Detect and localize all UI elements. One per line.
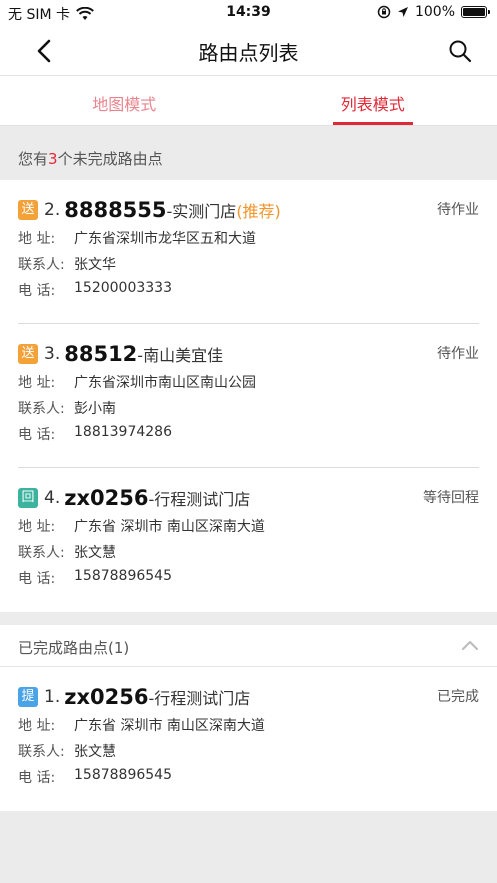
stop-name: -行程测试门店 [148, 689, 251, 708]
pending-stop-list: 送 2. 8888555 -实测门店 (推荐) 待作业 地 址: 广东省深圳市龙华… [0, 180, 497, 612]
stop-card[interactable]: 提 1. zx0256 -行程测试门店 已完成 地 址: 广东省 深圳市 南山区深… [0, 667, 497, 811]
chevron-up-icon[interactable] [461, 638, 479, 652]
stop-header: 送 2. 8888555 -实测门店 (推荐) [18, 198, 479, 222]
phone-label: 电 话: [18, 427, 56, 443]
phone-value[interactable]: 18813974286 [74, 424, 172, 444]
address-row: 地 址: 广东省深圳市龙华区五和大道 [18, 228, 479, 248]
stop-card[interactable]: 回 4. zx0256 -行程测试门店 等待回程 地 址: 广东省 深圳市 南山区… [0, 468, 497, 612]
tab-label: 地图模式 [92, 95, 157, 114]
address-label: 地 址: [18, 519, 56, 535]
address-row: 地 址: 广东省深圳市南山区南山公园 [18, 372, 479, 392]
stop-type-badge: 送 [18, 344, 38, 364]
empty-background [0, 812, 497, 883]
stop-header: 回 4. zx0256 -行程测试门店 [18, 486, 479, 510]
address-row: 地 址: 广东省 深圳市 南山区深南大道 [18, 715, 479, 735]
status-bar: 无 SIM 卡 14:39 100% [0, 0, 497, 26]
section-divider [0, 612, 497, 625]
active-tab-indicator [332, 122, 413, 125]
contact-label: 联系人: [18, 257, 65, 273]
contact-row: 联系人: 张文慧 [18, 542, 479, 562]
contact-value: 张文慧 [74, 744, 116, 760]
phone-label: 电 话: [18, 770, 56, 786]
stop-index: 1. [44, 687, 61, 707]
address-label: 地 址: [18, 718, 56, 734]
address-label: 地 址: [18, 231, 56, 247]
phone-row: 电 话: 15200003333 [18, 280, 479, 300]
stop-index: 4. [44, 488, 61, 508]
contact-row: 联系人: 张文华 [18, 254, 479, 274]
stop-name: -行程测试门店 [148, 490, 251, 509]
phone-value[interactable]: 15200003333 [74, 280, 172, 300]
stop-name: -实测门店 [166, 202, 237, 221]
nav-bar: 路由点列表 [0, 26, 497, 76]
battery-percent: 100% [414, 4, 455, 20]
address-value: 广东省 深圳市 南山区深南大道 [74, 718, 265, 734]
tab-list-mode[interactable]: 列表模式 [249, 76, 497, 125]
tab-map-mode[interactable]: 地图模式 [0, 76, 249, 125]
pending-count: 3 [48, 150, 58, 168]
orientation-lock-icon [377, 5, 391, 19]
recommended-tag: (推荐) [236, 202, 281, 221]
address-row: 地 址: 广东省 深圳市 南山区深南大道 [18, 516, 479, 536]
contact-value: 张文华 [74, 257, 116, 273]
search-icon[interactable] [447, 38, 473, 64]
contact-value: 张文慧 [74, 545, 116, 561]
stop-header: 送 3. 88512 -南山美宜佳 [18, 342, 479, 366]
stop-card[interactable]: 送 2. 8888555 -实测门店 (推荐) 待作业 地 址: 广东省深圳市龙华… [0, 180, 497, 324]
address-label: 地 址: [18, 375, 56, 391]
address-value: 广东省 深圳市 南山区深南大道 [74, 519, 265, 535]
stop-code: zx0256 [64, 486, 149, 510]
stop-index: 2. [44, 200, 61, 220]
phone-row: 电 话: 18813974286 [18, 424, 479, 444]
stop-status: 待作业 [437, 346, 479, 362]
phone-label: 电 话: [18, 571, 56, 587]
stop-code: 88512 [64, 342, 138, 366]
phone-row: 电 话: 15878896545 [18, 568, 479, 588]
contact-label: 联系人: [18, 401, 65, 417]
pending-summary: 您有3个未完成路由点 [0, 126, 497, 180]
stop-header: 提 1. zx0256 -行程测试门店 [18, 685, 479, 709]
contact-row: 联系人: 彭小南 [18, 398, 479, 418]
completed-section-header[interactable]: 已完成路由点(1) [0, 625, 497, 667]
stop-card[interactable]: 送 3. 88512 -南山美宜佳 待作业 地 址: 广东省深圳市南山区南山公园 … [0, 324, 497, 468]
contact-row: 联系人: 张文慧 [18, 741, 479, 761]
phone-label: 电 话: [18, 283, 56, 299]
stop-code: zx0256 [64, 685, 149, 709]
stop-status: 待作业 [437, 202, 479, 218]
tab-label: 列表模式 [340, 95, 405, 114]
stop-status: 已完成 [437, 689, 479, 705]
stop-code: 8888555 [64, 198, 167, 222]
stop-name: -南山美宜佳 [137, 346, 224, 365]
summary-suffix: 个未完成路由点 [57, 150, 163, 168]
phone-row: 电 话: 15878896545 [18, 767, 479, 787]
stop-type-badge: 送 [18, 200, 38, 220]
stop-type-badge: 回 [18, 488, 38, 508]
address-value: 广东省深圳市南山区南山公园 [74, 375, 256, 391]
mode-tabs: 地图模式 列表模式 [0, 76, 497, 126]
address-value: 广东省深圳市龙华区五和大道 [74, 231, 256, 247]
battery-icon [461, 6, 490, 18]
status-right: 100% [377, 4, 490, 20]
stop-status: 等待回程 [423, 490, 479, 506]
location-arrow-icon [397, 7, 408, 17]
stop-type-badge: 提 [18, 687, 38, 707]
summary-prefix: 您有 [18, 150, 49, 168]
stop-index: 3. [44, 344, 61, 364]
contact-label: 联系人: [18, 744, 65, 760]
page-title: 路由点列表 [198, 41, 299, 65]
contact-value: 彭小南 [74, 401, 116, 417]
phone-value[interactable]: 15878896545 [74, 568, 172, 588]
completed-stop-list: 提 1. zx0256 -行程测试门店 已完成 地 址: 广东省 深圳市 南山区深… [0, 667, 497, 811]
contact-label: 联系人: [18, 545, 65, 561]
phone-value[interactable]: 15878896545 [74, 767, 172, 787]
completed-section-title: 已完成路由点(1) [18, 639, 130, 657]
